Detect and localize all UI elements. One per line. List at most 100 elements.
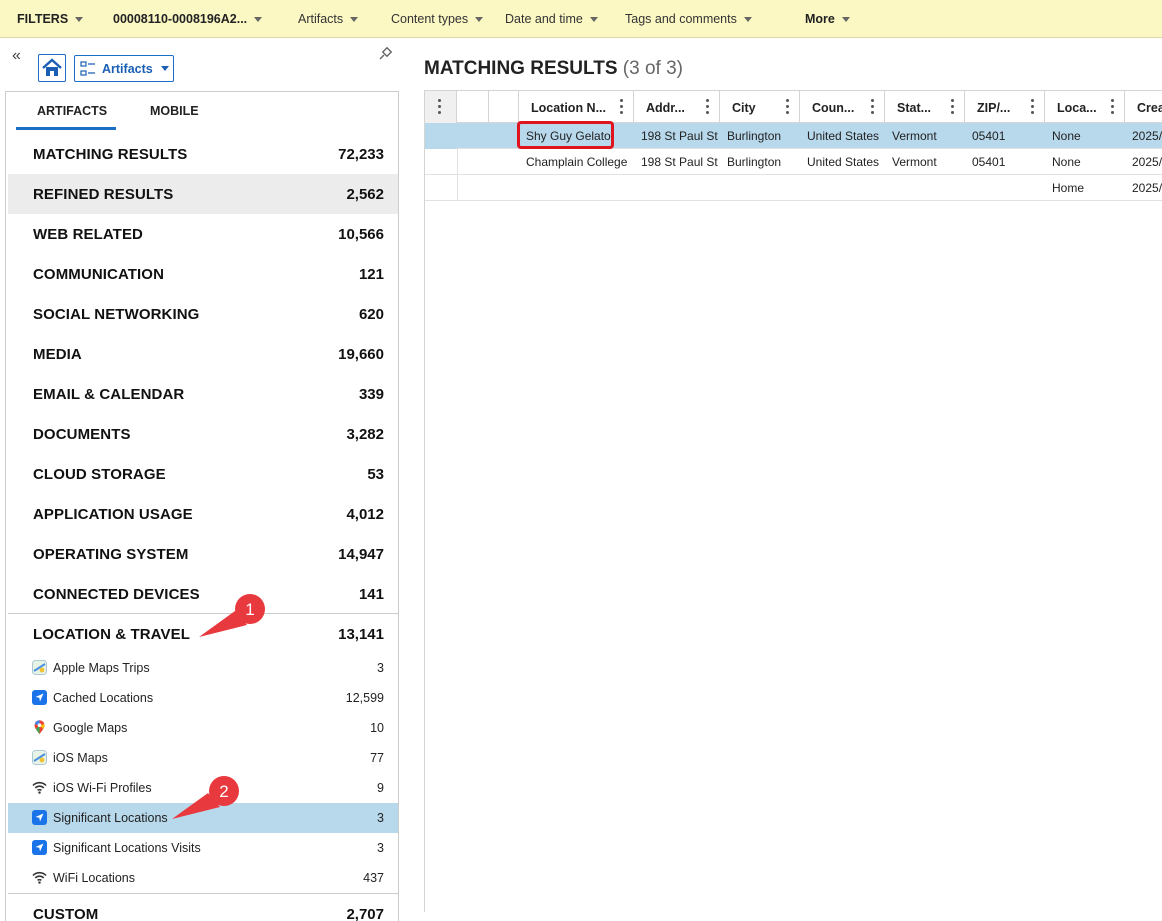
category-count: 53 — [367, 466, 384, 483]
column-label: Crea — [1137, 101, 1162, 115]
column-state[interactable]: Stat... — [885, 91, 965, 123]
table-row[interactable]: Champlain College 198 St Paul St Burling… — [425, 149, 1162, 175]
category-count: 2,707 — [346, 906, 384, 921]
tab-artifacts[interactable]: ARTIFACTS — [37, 104, 107, 118]
column-location-name[interactable]: Location N... — [519, 91, 634, 123]
artifact-google-maps[interactable]: Google Maps 10 — [8, 713, 398, 743]
kebab-icon[interactable] — [871, 99, 875, 115]
cell-created: 2025/ — [1132, 129, 1162, 143]
artifact-name: Apple Maps Trips — [53, 661, 150, 675]
kebab-icon[interactable] — [706, 99, 710, 115]
column-country[interactable]: Coun... — [800, 91, 885, 123]
category-documents[interactable]: DOCUMENTS 3,282 — [8, 414, 398, 454]
cell-zip: 05401 — [972, 129, 1006, 143]
double-chevron-left-icon[interactable]: « — [12, 48, 21, 64]
tags-comments-filter[interactable]: Tags and comments — [625, 0, 752, 38]
highlight-box — [517, 121, 614, 149]
artifact-name: iOS Maps — [53, 751, 108, 765]
date-time-label: Date and time — [505, 12, 583, 26]
column-zip[interactable]: ZIP/... — [965, 91, 1045, 123]
category-count: 2,562 — [346, 186, 384, 203]
artifact-significant-locations-visits[interactable]: Significant Locations Visits 3 — [8, 833, 398, 863]
cell-created: 2025/ — [1132, 155, 1162, 169]
chevron-down-icon — [475, 17, 484, 23]
cell-location-type: None — [1052, 129, 1081, 143]
kebab-icon[interactable] — [620, 99, 624, 115]
artifact-count: 12,599 — [345, 691, 384, 705]
kebab-icon[interactable] — [951, 99, 955, 115]
category-operating-system[interactable]: OPERATING SYSTEM 14,947 — [8, 534, 398, 574]
category-social-networking[interactable]: SOCIAL NETWORKING 620 — [8, 294, 398, 334]
artifact-apple-maps-trips[interactable]: Apple Maps Trips 3 — [8, 653, 398, 683]
filters-menu[interactable]: FILTERS — [17, 0, 84, 38]
column-label: Stat... — [897, 101, 932, 115]
cell-location-name: Champlain College — [526, 155, 628, 169]
artifact-navigation-panel: « Artifacts ARTIFACTS MOBILE MATCHING RE… — [0, 38, 408, 921]
column-label: Loca... — [1057, 101, 1097, 115]
column-tag[interactable] — [489, 91, 519, 123]
chevron-down-icon — [75, 17, 84, 23]
category-count: 72,233 — [338, 146, 384, 163]
apple-maps-icon — [32, 660, 47, 675]
category-custom[interactable]: CUSTOM 2,707 — [8, 894, 398, 921]
content-types-filter[interactable]: Content types — [391, 0, 484, 38]
artifacts-filter[interactable]: Artifacts — [298, 0, 359, 38]
google-maps-icon — [34, 720, 45, 734]
cell-country: United States — [807, 129, 880, 143]
cell-created: 2025/ — [1132, 181, 1162, 195]
cell-country: United States — [807, 155, 880, 169]
category-name: EMAIL & CALENDAR — [33, 386, 185, 403]
category-name: CONNECTED DEVICES — [33, 586, 200, 603]
column-address[interactable]: Addr... — [634, 91, 720, 123]
category-web-related[interactable]: WEB RELATED 10,566 — [8, 214, 398, 254]
more-filter[interactable]: More — [805, 0, 850, 38]
table-row[interactable]: Home 2025/ — [425, 175, 1162, 201]
chevron-down-icon — [841, 17, 850, 23]
column-location-type[interactable]: Loca... — [1045, 91, 1125, 123]
cell-state: Vermont — [892, 129, 937, 143]
location-arrow-icon — [32, 810, 47, 825]
filter-bar: FILTERS 00008110-0008196A2... Artifacts … — [0, 0, 1162, 38]
category-application-usage[interactable]: APPLICATION USAGE 4,012 — [8, 494, 398, 534]
category-name: CUSTOM — [33, 906, 99, 921]
category-matching-results[interactable]: MATCHING RESULTS 72,233 — [8, 134, 398, 174]
category-cloud-storage[interactable]: CLOUD STORAGE 53 — [8, 454, 398, 494]
tab-mobile[interactable]: MOBILE — [150, 104, 199, 118]
active-tab-indicator — [16, 127, 116, 130]
artifact-name: Significant Locations Visits — [53, 841, 201, 855]
filters-label: FILTERS — [17, 12, 69, 26]
kebab-icon[interactable] — [1111, 99, 1115, 115]
wifi-icon — [32, 871, 47, 884]
category-count: 13,141 — [338, 626, 384, 643]
category-communication[interactable]: COMMUNICATION 121 — [8, 254, 398, 294]
pin-icon[interactable] — [377, 46, 393, 62]
column-created[interactable]: Crea — [1125, 91, 1162, 123]
evidence-filter[interactable]: 00008110-0008196A2... — [113, 0, 263, 38]
kebab-icon[interactable] — [1031, 99, 1035, 115]
column-flag[interactable] — [457, 91, 489, 123]
category-email-calendar[interactable]: EMAIL & CALENDAR 339 — [8, 374, 398, 414]
artifact-name: Google Maps — [53, 721, 128, 735]
artifact-cached-locations[interactable]: Cached Locations 12,599 — [8, 683, 398, 713]
category-refined-results[interactable]: REFINED RESULTS 2,562 — [8, 174, 398, 214]
row-handle[interactable] — [425, 123, 457, 149]
grid-header: Location N... Addr... City Coun... Stat.… — [425, 90, 1162, 123]
artifact-ios-maps[interactable]: iOS Maps 77 — [8, 743, 398, 773]
cell-city: Burlington — [727, 129, 782, 143]
column-city[interactable]: City — [720, 91, 800, 123]
cell-zip: 05401 — [972, 155, 1006, 169]
column-options-button[interactable] — [425, 91, 457, 123]
home-button[interactable] — [38, 54, 66, 82]
annotation-marker-1: 1 — [199, 594, 265, 637]
view-dropdown[interactable]: Artifacts — [74, 55, 174, 82]
artifact-name: Cached Locations — [53, 691, 154, 705]
row-separator — [457, 149, 458, 175]
row-separator — [457, 175, 458, 201]
chevron-down-icon — [160, 66, 169, 71]
category-media[interactable]: MEDIA 19,660 — [8, 334, 398, 374]
kebab-icon[interactable] — [786, 99, 790, 115]
category-name: DOCUMENTS — [33, 426, 131, 443]
artifact-count: 10 — [370, 721, 384, 735]
artifact-wifi-locations[interactable]: WiFi Locations 437 — [8, 863, 398, 893]
date-time-filter[interactable]: Date and time — [505, 0, 598, 38]
